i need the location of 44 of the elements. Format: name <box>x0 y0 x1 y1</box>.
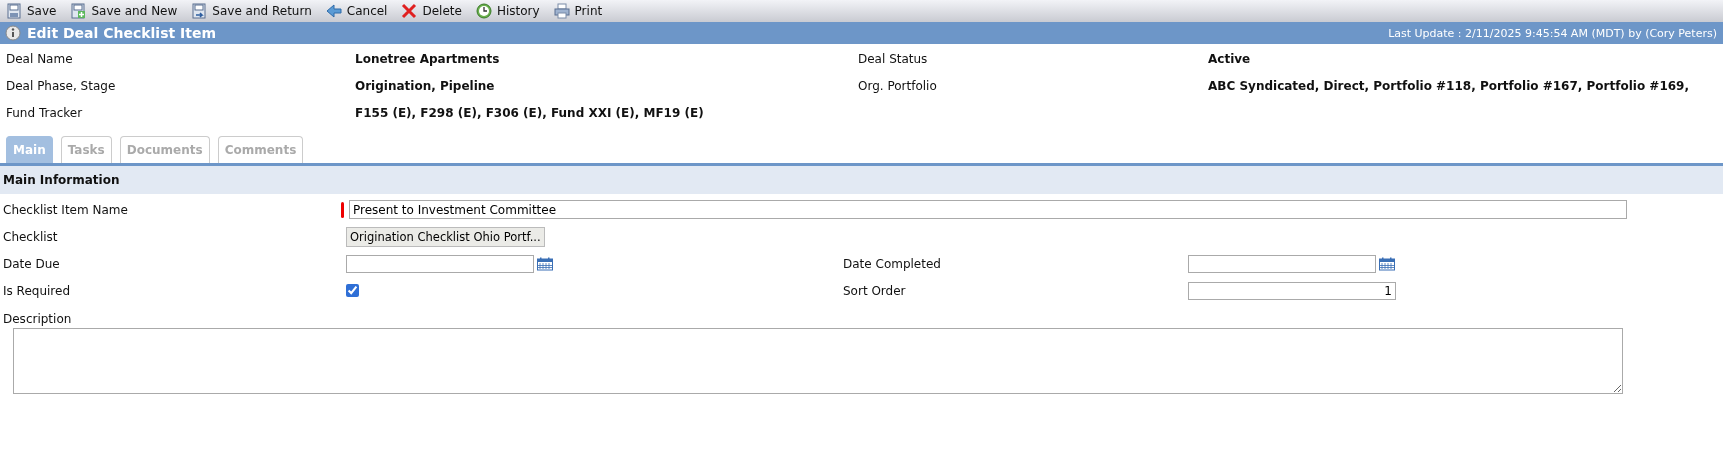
section-header: Main Information <box>0 166 1723 194</box>
field-value: F155 (E), F298 (E), F306 (E), Fund XXI (E), MF19 (E) <box>355 105 705 120</box>
field-label: Checklist Item Name <box>3 202 129 217</box>
last-update-text: Last Update : 2/11/2025 9:45:54 AM (MDT) by (Cory Peters) <box>1388 26 1717 40</box>
field-value: Lonetree Apartments <box>355 51 501 66</box>
page-title: Edit Deal Checklist Item <box>27 25 216 41</box>
toolbar-button[interactable]: Print <box>551 1 605 21</box>
field-value: Active <box>1208 51 1252 66</box>
field-label: Checklist <box>3 229 59 244</box>
text-field[interactable]: Present to Investment Committee <box>349 200 1627 219</box>
save-icon <box>6 3 22 19</box>
toolbar-button[interactable]: Save and Return <box>189 1 314 21</box>
date-field[interactable] <box>346 254 534 273</box>
toolbar-button[interactable]: Cancel <box>323 1 390 21</box>
field-label: Deal Phase, Stage <box>6 78 117 93</box>
calendar-icon[interactable] <box>1379 256 1395 271</box>
field-label: Fund Tracker <box>6 105 84 120</box>
toolbar-button[interactable]: Save <box>4 1 59 21</box>
toolbar-button[interactable]: History <box>473 1 542 21</box>
checklist-picker-button[interactable]: Origination Checklist Ohio Portf... <box>346 226 545 247</box>
toolbar-button[interactable]: Save and New <box>68 1 180 21</box>
toolbar-button[interactable]: Delete <box>399 1 464 21</box>
delete-icon <box>401 3 418 19</box>
field-label: Description <box>2 311 73 328</box>
field-label: Date Due <box>3 256 61 271</box>
calendar-icon[interactable] <box>537 256 553 271</box>
field-label: Is Required <box>3 283 71 298</box>
field-label: Sort Order <box>843 283 907 298</box>
field-label: Deal Name <box>6 51 74 66</box>
field-label: Deal Status <box>858 51 929 66</box>
field-value: Origination, Pipeline <box>355 78 496 93</box>
date-field[interactable] <box>1188 254 1376 273</box>
info-icon <box>5 25 21 41</box>
arrow-left-icon <box>325 3 342 19</box>
save-new-icon <box>70 3 87 19</box>
save-return-icon <box>191 3 208 19</box>
field-label: Org. Portfolio <box>858 78 938 93</box>
field-value: ABC Syndicated, Direct, Portfolio #118, Portfolio #167, Portfolio #169, <box>1208 78 1691 93</box>
field-label: Date Completed <box>843 256 942 271</box>
checkbox[interactable] <box>346 284 359 297</box>
print-icon <box>553 3 570 19</box>
clock-icon <box>475 3 492 19</box>
number-field[interactable]: 1 <box>1188 281 1396 300</box>
description-field[interactable] <box>13 328 1623 394</box>
